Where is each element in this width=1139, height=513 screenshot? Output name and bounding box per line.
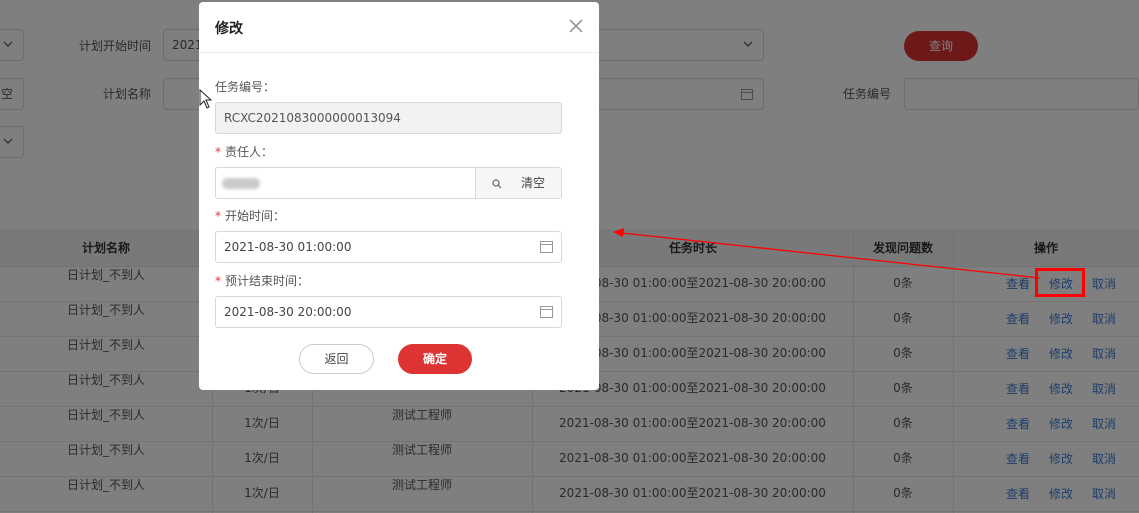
owner-label: * 责任人： <box>215 143 273 160</box>
redacted-owner-name <box>222 178 260 189</box>
required-marker: * <box>215 209 221 223</box>
start-time-label: * 开始时间： <box>215 207 285 224</box>
owner-search-clear-button[interactable]: 清空 <box>475 167 562 199</box>
start-time-label-text: 开始时间： <box>225 209 286 223</box>
end-time-label-text: 预计结束时间： <box>225 274 310 288</box>
mouse-cursor-icon <box>199 89 213 109</box>
required-marker: * <box>215 274 221 288</box>
edit-modal: 修改 任务编号： RCXC2021083000000013094 * 责任人： 清… <box>199 2 599 390</box>
start-time-input[interactable]: 2021-08-30 01:00:00 <box>215 231 562 263</box>
modal-header: 修改 <box>199 2 599 53</box>
owner-label-text: 责任人： <box>225 145 274 159</box>
end-time-input[interactable]: 2021-08-30 20:00:00 <box>215 296 562 328</box>
end-time-value: 2021-08-30 20:00:00 <box>224 305 352 319</box>
search-icon <box>492 179 502 189</box>
confirm-button[interactable]: 确定 <box>398 344 472 374</box>
back-button[interactable]: 返回 <box>299 344 374 374</box>
end-time-label: * 预计结束时间： <box>215 272 309 289</box>
calendar-icon[interactable] <box>540 240 553 253</box>
clear-label: 清空 <box>521 176 546 190</box>
calendar-icon[interactable] <box>540 305 553 318</box>
modal-title: 修改 <box>215 21 243 37</box>
start-time-value: 2021-08-30 01:00:00 <box>224 240 352 254</box>
task-no-label: 任务编号： <box>215 80 276 94</box>
annotation-highlight-box <box>1035 268 1085 297</box>
task-no-field: RCXC2021083000000013094 <box>215 102 562 134</box>
close-icon[interactable] <box>567 17 585 35</box>
required-marker: * <box>215 145 221 159</box>
owner-field[interactable] <box>215 167 476 199</box>
